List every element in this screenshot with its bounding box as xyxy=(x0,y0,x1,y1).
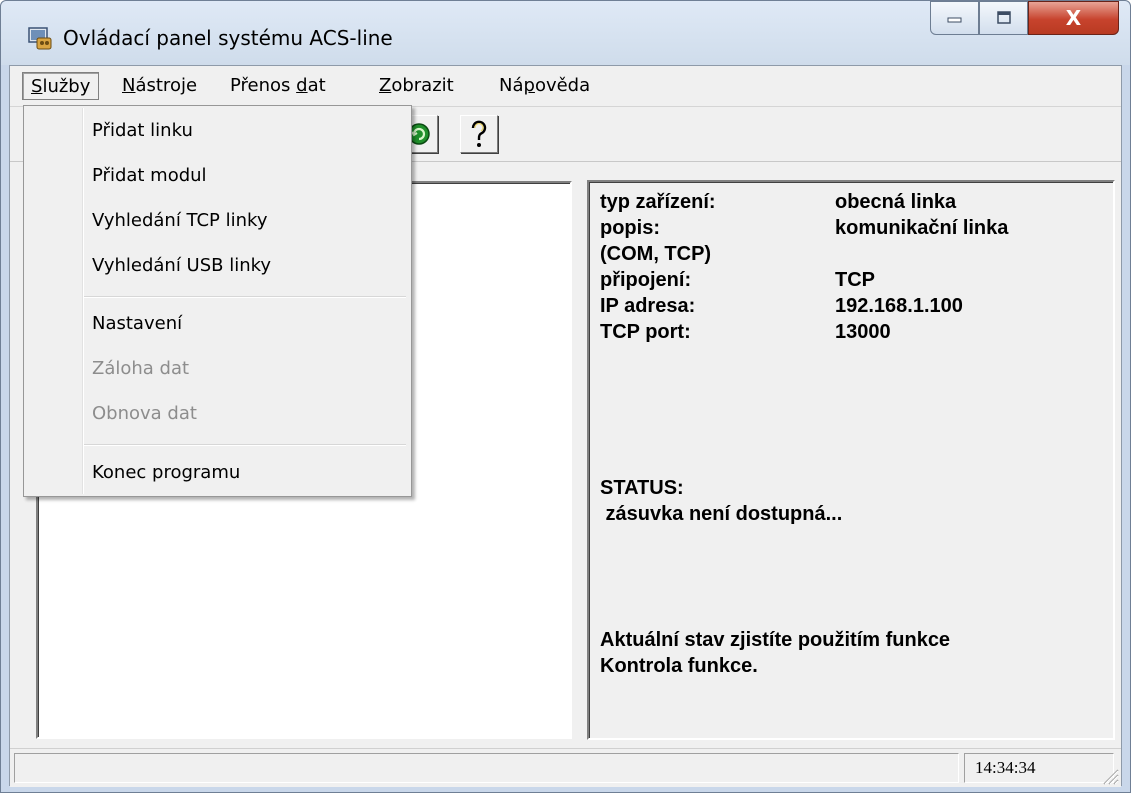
connection-value: TCP xyxy=(835,269,875,291)
description-value: komunikační linka xyxy=(835,217,1009,239)
menu-separator xyxy=(84,444,406,446)
title-bar[interactable]: Ovládací panel systému ACS-line X xyxy=(1,1,1130,65)
menu-item-konec-programu[interactable]: Konec programu xyxy=(92,458,240,488)
minimize-icon xyxy=(947,17,961,23)
close-icon: X xyxy=(1065,6,1082,30)
help-button[interactable] xyxy=(460,115,498,153)
menu-prenos-dat[interactable]: Přenos dat xyxy=(222,72,334,100)
menu-item-vyhledani-usb-linky[interactable]: Vyhledání USB linky xyxy=(92,251,271,281)
close-button[interactable]: X xyxy=(1028,1,1119,35)
menu-item-zaloha-dat: Záloha dat xyxy=(92,358,190,379)
status-message-panel xyxy=(14,753,959,783)
status-value: zásuvka není dostupná... xyxy=(600,503,843,525)
resize-grip-icon[interactable] xyxy=(1099,765,1119,785)
description-label: popis: xyxy=(600,217,660,239)
sluzby-dropdown-menu: Přidat linku Přidat modul Vyhledání TCP … xyxy=(23,105,412,497)
menu-item-pridat-linku[interactable]: Přidat linku xyxy=(92,116,193,146)
description-continuation: (COM, TCP) xyxy=(600,243,712,265)
port-label: TCP port: xyxy=(600,321,691,343)
menu-separator xyxy=(84,296,406,298)
window-title: Ovládací panel systému ACS-line xyxy=(63,26,393,50)
menu-nastroje[interactable]: Nástroje xyxy=(114,72,205,100)
port-value: 13000 xyxy=(835,321,891,343)
help-icon xyxy=(471,120,487,147)
menu-napoveda[interactable]: Nápověda xyxy=(491,72,598,100)
device-type-label: typ zařízení: xyxy=(600,191,716,213)
device-type-value: obecná linka xyxy=(835,191,957,213)
hint-line-1: Aktuální stav zjistíte použitím funkce xyxy=(600,629,951,651)
app-window: Ovládací panel systému ACS-line X Služby… xyxy=(0,0,1131,793)
menu-item-obnova-dat: Obnova dat xyxy=(92,403,197,424)
menu-zobrazit[interactable]: Zobrazit xyxy=(371,72,462,100)
menu-sluzby[interactable]: Služby xyxy=(22,72,100,100)
connection-label: připojení: xyxy=(600,269,692,291)
ip-label: IP adresa: xyxy=(600,295,696,317)
minimize-button[interactable] xyxy=(930,1,979,35)
details-pane: typ zařízení: obecná linka popis: komuni… xyxy=(587,180,1115,740)
ip-value: 192.168.1.100 xyxy=(835,295,963,317)
maximize-button[interactable] xyxy=(979,1,1028,35)
menu-bar: Služby Nástroje Přenos dat Zobrazit Nápo… xyxy=(10,66,1121,107)
menu-item-vyhledani-tcp-linky[interactable]: Vyhledání TCP linky xyxy=(92,206,267,236)
menu-gutter xyxy=(82,108,84,494)
menu-item-nastaveni[interactable]: Nastavení xyxy=(92,309,182,339)
hint-line-2: Kontrola funkce. xyxy=(600,655,758,677)
maximize-icon xyxy=(996,11,1011,24)
app-icon[interactable] xyxy=(27,25,53,51)
status-bar: 14:34:34 xyxy=(10,748,1121,787)
status-time: 14:34:34 xyxy=(964,753,1114,783)
status-label: STATUS: xyxy=(600,477,684,499)
menu-item-pridat-modul[interactable]: Přidat modul xyxy=(92,161,207,191)
